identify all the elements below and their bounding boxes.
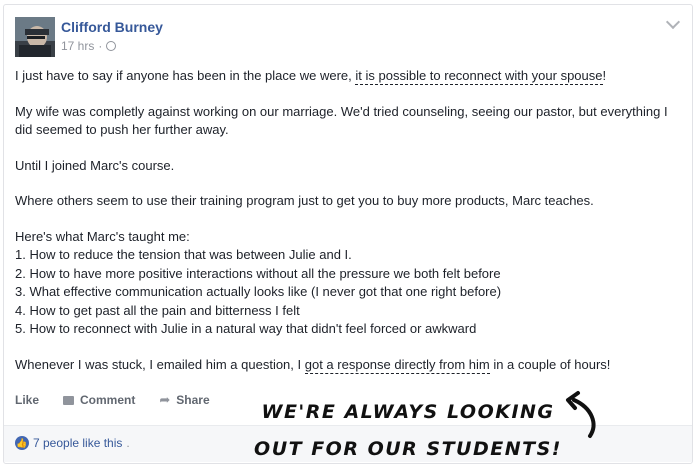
post-closing: Whenever I was stuck, I emailed him a qu… bbox=[15, 356, 675, 375]
post-intro: I just have to say if anyone has been in… bbox=[15, 67, 675, 86]
intro-text: I just have to say if anyone has been in… bbox=[15, 68, 356, 83]
list-item: 3. What effective communication actually… bbox=[15, 284, 502, 299]
globe-icon bbox=[106, 41, 117, 51]
intro-end: ! bbox=[602, 68, 607, 83]
post-list: Here's what Marc's taught me: 1. How to … bbox=[15, 228, 675, 339]
overlay-caption: We're always looking out for our student… bbox=[248, 394, 568, 468]
likes-count[interactable]: 7 people like this bbox=[33, 436, 122, 450]
share-button[interactable]: ➦ Share bbox=[159, 392, 209, 408]
likes-suffix: . bbox=[126, 436, 130, 450]
intro-highlight: it is possible to reconnect with your sp… bbox=[355, 68, 603, 85]
list-item: 2. How to have more positive interaction… bbox=[15, 265, 501, 281]
action-bar: Like Comment ➦ Share bbox=[15, 392, 210, 408]
chevron-down-icon[interactable] bbox=[665, 14, 681, 30]
comment-button[interactable]: Comment bbox=[63, 392, 135, 408]
author-name[interactable]: Clifford Burney bbox=[61, 19, 163, 35]
post-body: I just have to say if anyone has been in… bbox=[15, 67, 675, 391]
likes-summary: 👍 7 people like this . bbox=[15, 436, 130, 450]
list-item: 4. How to get past all the pain and bitt… bbox=[15, 302, 300, 318]
post-timestamp[interactable]: 17 hrs bbox=[61, 39, 94, 53]
comment-icon bbox=[63, 395, 75, 405]
thumbs-up-icon: 👍 bbox=[15, 436, 29, 450]
closing-highlight: got a response directly from him bbox=[304, 356, 490, 374]
list-item: 1. How to reduce the tension that was be… bbox=[15, 247, 352, 262]
comment-label: Comment bbox=[80, 393, 136, 407]
list-item: 5. How to reconnect with Julie in a natu… bbox=[15, 321, 477, 336]
post-paragraph-2: My wife was completly against working on… bbox=[15, 103, 668, 138]
meta-separator: · bbox=[98, 39, 103, 53]
like-button[interactable]: Like bbox=[15, 392, 39, 408]
overlay-line-1: We're always looking bbox=[261, 401, 555, 423]
curved-arrow-icon bbox=[566, 391, 596, 438]
closing-end: in a couple of hours! bbox=[489, 356, 611, 372]
share-label: Share bbox=[176, 393, 210, 407]
list-intro: Here's what Marc's taught me: bbox=[15, 228, 190, 244]
avatar[interactable] bbox=[15, 17, 55, 57]
overlay-line-2: out for our students! bbox=[254, 438, 562, 460]
post-meta: 17 hrs · bbox=[61, 39, 117, 53]
post-paragraph-4: Where others seem to use their training … bbox=[15, 193, 594, 208]
post-paragraph-3: Until I joined Marc's course. bbox=[15, 157, 175, 173]
like-label: Like bbox=[15, 393, 40, 407]
closing-text: Whenever I was stuck, I emailed him a qu… bbox=[15, 356, 305, 372]
share-icon: ➦ bbox=[159, 392, 171, 407]
